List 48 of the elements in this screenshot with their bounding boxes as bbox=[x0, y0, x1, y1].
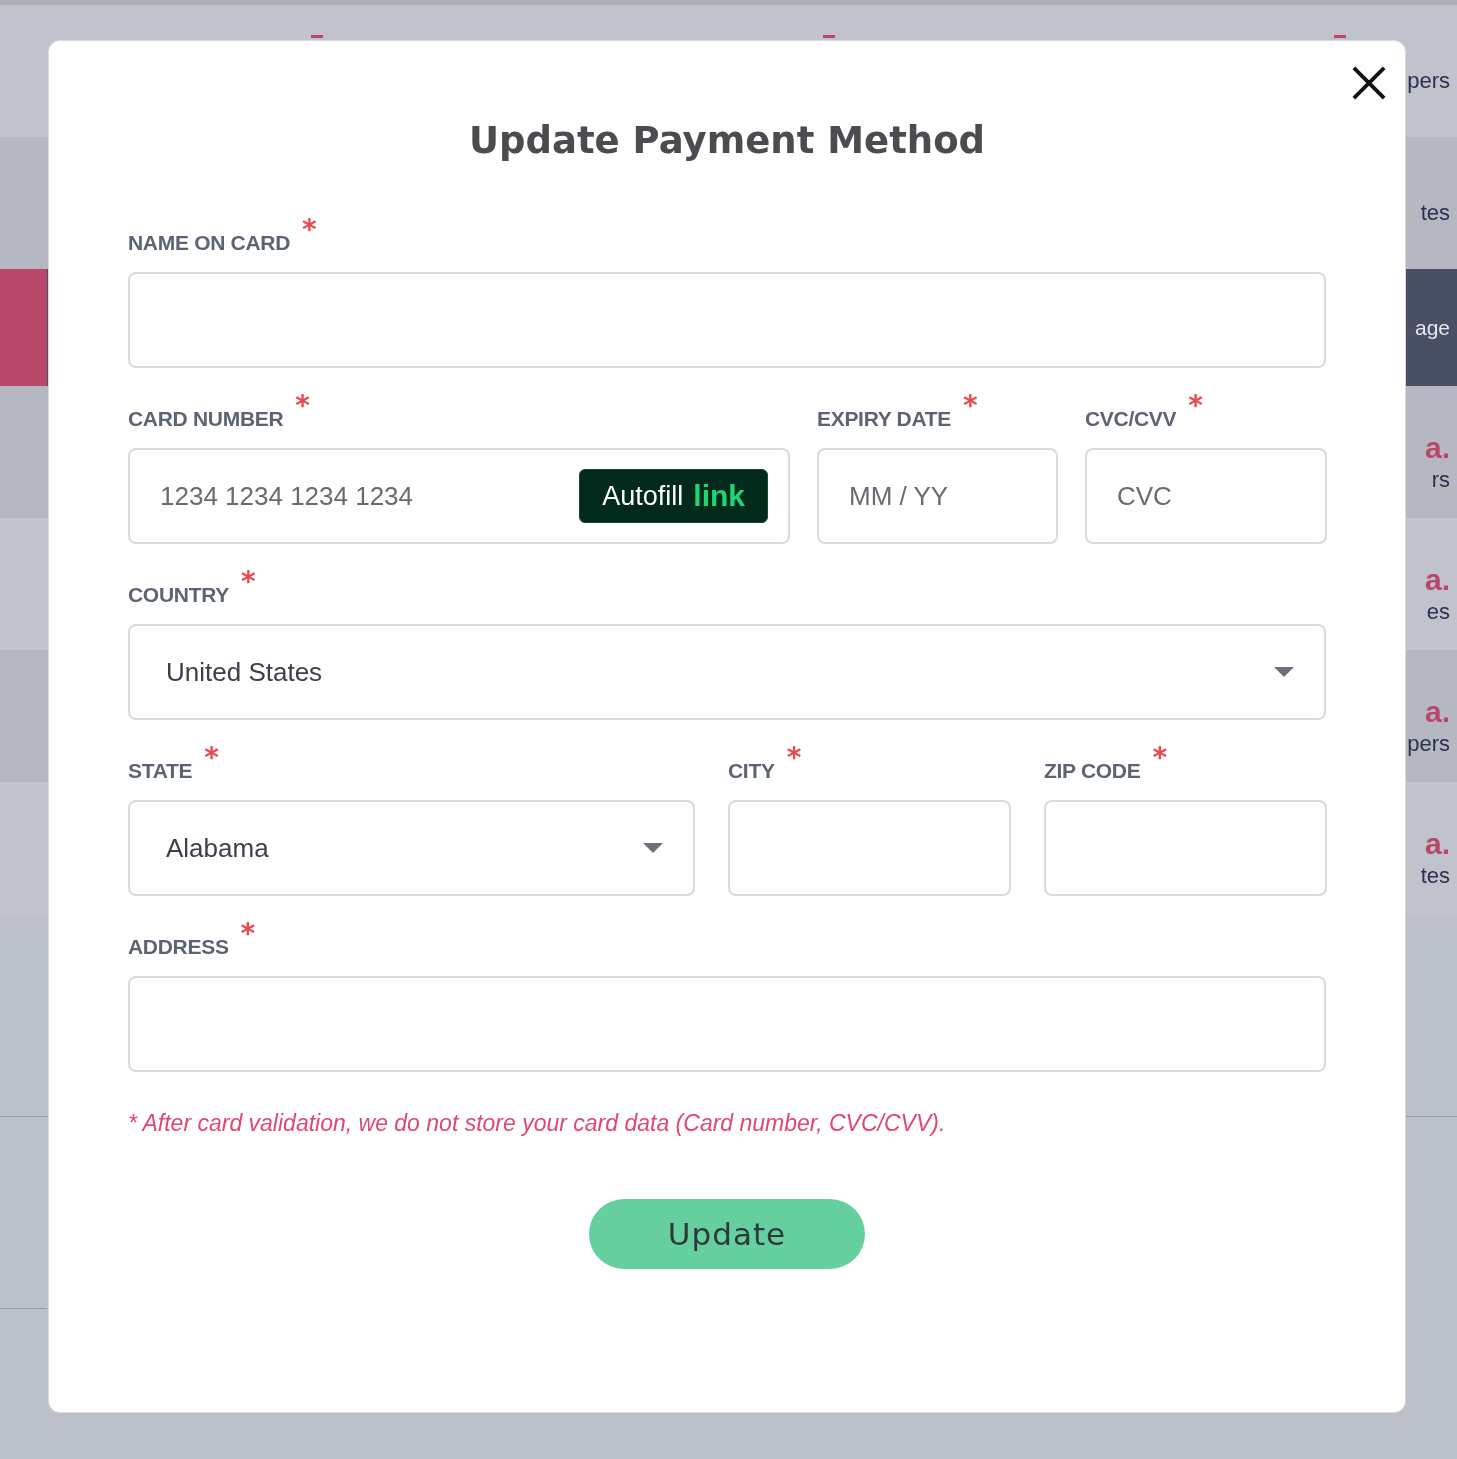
row-text: tes bbox=[1420, 865, 1450, 887]
row-text: es bbox=[1426, 601, 1450, 623]
input-field[interactable] bbox=[128, 976, 1326, 1072]
field-label: STATE bbox=[128, 759, 193, 783]
field-label: CARD NUMBER bbox=[128, 407, 284, 431]
field-label: ZIP CODE bbox=[1044, 759, 1141, 783]
row-text: pers bbox=[1407, 733, 1450, 755]
update-button[interactable]: Update bbox=[589, 1199, 865, 1269]
input-field[interactable] bbox=[1044, 800, 1327, 896]
row-text: pers bbox=[1407, 70, 1450, 92]
select-field[interactable]: United States bbox=[128, 624, 1326, 720]
required-mark: * bbox=[786, 744, 802, 772]
field-label: COUNTRY bbox=[128, 583, 229, 607]
required-mark: * bbox=[240, 920, 256, 948]
required-mark: * bbox=[963, 392, 978, 420]
dialog-title: Update Payment Method bbox=[467, 119, 987, 162]
card-number-field[interactable]: 1234 1234 1234 1234 Autofill link bbox=[128, 448, 790, 544]
accent-mark bbox=[1334, 35, 1346, 38]
accent-mark bbox=[311, 35, 323, 38]
field-label: ADDRESS bbox=[128, 935, 229, 959]
accent-mark bbox=[823, 35, 835, 38]
row-text: age bbox=[1414, 317, 1450, 338]
row-heading: a. bbox=[1424, 433, 1450, 463]
input-field[interactable] bbox=[728, 800, 1011, 896]
field-label: CITY bbox=[728, 759, 775, 783]
input-field[interactable]: MM / YY bbox=[817, 448, 1058, 544]
required-mark: * bbox=[295, 392, 310, 420]
field-label: EXPIRY DATE bbox=[817, 407, 951, 431]
autofill-button[interactable]: Autofill link bbox=[579, 469, 768, 523]
row-heading: a. bbox=[1424, 565, 1450, 595]
row-text: rs bbox=[1431, 469, 1450, 491]
close-icon[interactable] bbox=[1352, 66, 1386, 100]
required-mark: * bbox=[240, 568, 256, 596]
field-label: NAME ON CARD bbox=[128, 231, 291, 255]
input-field[interactable] bbox=[128, 272, 1326, 368]
required-mark: * bbox=[1152, 744, 1168, 772]
caret-icon bbox=[643, 843, 663, 853]
select-field[interactable]: Alabama bbox=[128, 800, 695, 896]
required-mark: * bbox=[1188, 392, 1203, 420]
row-heading: a. bbox=[1424, 697, 1450, 727]
disclaimer-text: * After card validation, we do not store your card data (Card number, CVC/CVV). bbox=[128, 1110, 947, 1137]
required-mark: * bbox=[302, 216, 317, 244]
input-field[interactable]: CVC bbox=[1085, 448, 1327, 544]
row-text: tes bbox=[1420, 202, 1450, 224]
row-heading: a. bbox=[1424, 829, 1450, 859]
required-mark: * bbox=[204, 744, 219, 772]
field-label: CVC/CVV bbox=[1085, 407, 1177, 431]
caret-icon bbox=[1274, 667, 1294, 677]
